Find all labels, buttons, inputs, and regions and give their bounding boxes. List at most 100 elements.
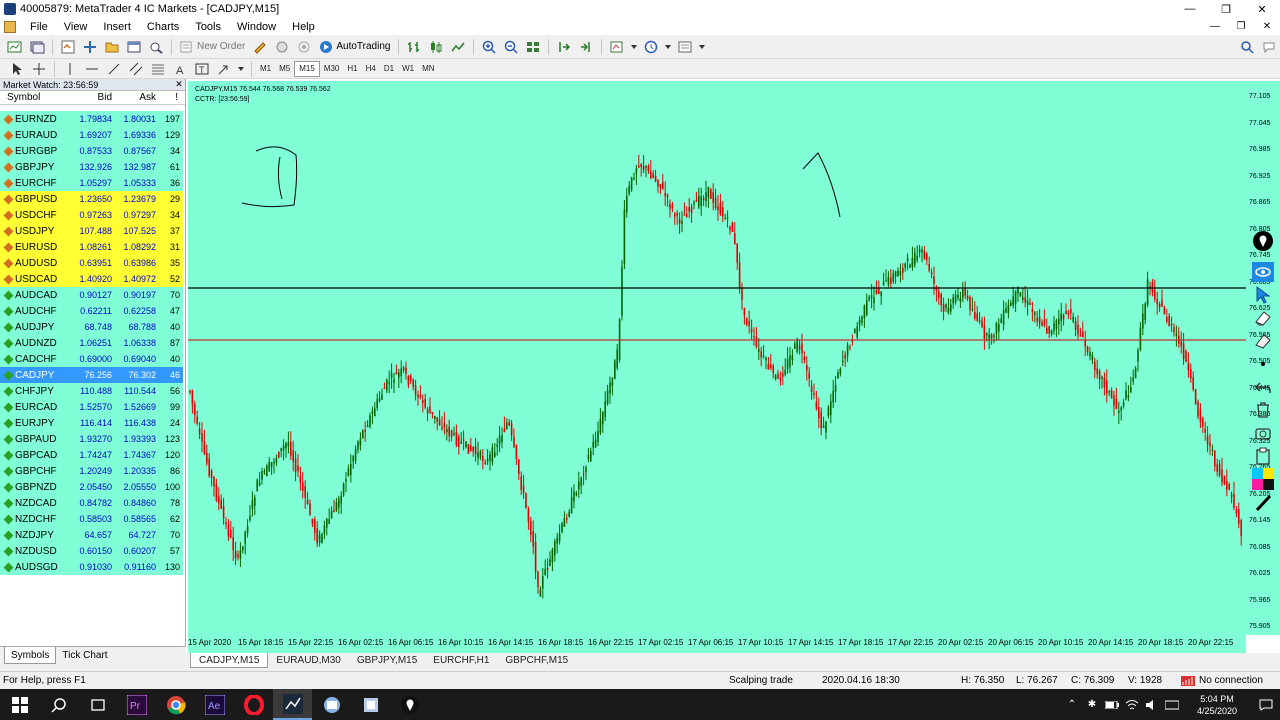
experts-icon[interactable] (272, 38, 292, 56)
taskbar-clock[interactable]: 5:04 PM 4/25/2020 (1182, 693, 1252, 717)
time-axis[interactable]: 15 Apr 2020 15 Apr 18:15 15 Apr 22:15 16 Ap… (188, 635, 1246, 653)
symbol-row-euraud[interactable]: EURAUD 1.69207 1.69336 129 (0, 127, 183, 143)
symbol-row-nzdchf[interactable]: NZDCHF 0.58503 0.58565 62 (0, 511, 183, 527)
strategy-tester-icon[interactable] (146, 38, 166, 56)
symbol-row-eurcad[interactable]: EURCAD 1.52570 1.52669 99 (0, 399, 183, 415)
notifications-icon[interactable] (1252, 689, 1280, 720)
timeframe-d1[interactable]: D1 (380, 61, 398, 77)
chart-shift-icon[interactable] (576, 38, 596, 56)
autoscroll-icon[interactable] (554, 38, 574, 56)
symbol-row-gbpcad[interactable]: GBPCAD 1.74247 1.74367 120 (0, 447, 183, 463)
metatrader-taskbar-icon[interactable] (273, 689, 312, 720)
symbol-row-audsgd[interactable]: AUDSGD 0.91030 0.91160 130 (0, 559, 183, 575)
text-label-icon[interactable]: T (192, 60, 212, 78)
chart-tab-cadjpy[interactable]: CADJPY,M15 (190, 653, 269, 668)
chart-tab-gbpjpy[interactable]: GBPJPY,M15 (349, 653, 425, 668)
minimize-icon[interactable]: — (1172, 0, 1208, 18)
symbol-row-eurchf[interactable]: EURCHF 1.05297 1.05333 36 (0, 175, 183, 191)
after-effects-icon[interactable]: Ae (195, 689, 234, 720)
column-spread[interactable]: ! (158, 92, 182, 103)
signals-icon[interactable] (294, 38, 314, 56)
menu-view[interactable]: View (56, 21, 96, 33)
dot-icon[interactable] (1251, 352, 1275, 375)
timeframe-m1[interactable]: M1 (256, 61, 275, 77)
chart-tab-eurchf[interactable]: EURCHF,H1 (425, 653, 497, 668)
restore-icon[interactable]: ❐ (1208, 0, 1244, 18)
tile-windows-icon[interactable] (523, 38, 543, 56)
symbol-row-audcad[interactable]: AUDCAD 0.90127 0.90197 70 (0, 287, 183, 303)
menu-charts[interactable]: Charts (139, 21, 187, 33)
timeframe-m15[interactable]: M15 (294, 60, 320, 77)
symbol-row-gbpusd[interactable]: GBPUSD 1.23650 1.23679 29 (0, 191, 183, 207)
chat-icon[interactable] (1259, 38, 1279, 56)
chrome-icon[interactable] (156, 689, 195, 720)
timeframe-h4[interactable]: H4 (362, 61, 380, 77)
bluetooth-icon[interactable]: ✱ (1082, 689, 1102, 720)
premiere-pro-icon[interactable]: Pr (117, 689, 156, 720)
equidistant-channel-icon[interactable] (126, 60, 146, 78)
battery-icon[interactable] (1102, 689, 1122, 720)
horizontal-line-icon[interactable] (82, 60, 102, 78)
trash-icon[interactable] (1251, 398, 1275, 421)
symbol-row-eurusd[interactable]: EURUSD 1.08261 1.08292 31 (0, 239, 183, 255)
symbol-row-gbpchf[interactable]: GBPCHF 1.20249 1.20335 86 (0, 463, 183, 479)
chart-tab-euraud[interactable]: EURAUD,M30 (268, 653, 348, 668)
market-watch-close-icon[interactable]: ✕ (173, 79, 185, 90)
location-pin-icon[interactable] (1251, 229, 1275, 252)
symbol-row-eurgbp[interactable]: EURGBP 0.87533 0.87567 34 (0, 143, 183, 159)
file-app-icon[interactable] (351, 689, 390, 720)
symbol-row-gbpaud[interactable]: GBPAUD 1.93270 1.93393 123 (0, 431, 183, 447)
column-symbol[interactable]: Symbol (0, 92, 78, 103)
pointer-icon[interactable] (1251, 283, 1275, 306)
symbol-row-usdchf[interactable]: USDCHF 0.97263 0.97297 34 (0, 207, 183, 223)
navigator-icon[interactable] (102, 38, 122, 56)
column-ask[interactable]: Ask (114, 92, 158, 103)
symbol-row-nzdusd[interactable]: NZDUSD 0.60150 0.60207 57 (0, 543, 183, 559)
symbol-row-audnzd[interactable]: AUDNZD 1.06251 1.06338 87 (0, 335, 183, 351)
menu-file[interactable]: File (22, 21, 56, 33)
keyboard-icon[interactable] (1162, 689, 1182, 720)
periods-dropdown-icon[interactable] (663, 38, 673, 56)
menu-window[interactable]: Window (229, 21, 284, 33)
eye-icon[interactable] (1251, 260, 1275, 283)
fibonacci-icon[interactable] (148, 60, 168, 78)
cursor-icon[interactable] (7, 60, 27, 78)
symbol-row-eurnzd[interactable]: EURNZD 1.79834 1.80031 197 (0, 111, 183, 127)
templates-dropdown-icon[interactable] (697, 38, 707, 56)
trendline-icon[interactable] (104, 60, 124, 78)
connection-status[interactable]: No connection (1181, 675, 1263, 686)
clipboard-icon[interactable] (1251, 444, 1275, 467)
task-view-icon[interactable] (78, 689, 117, 720)
symbol-row-gbpjpy[interactable]: GBPJPY 132.926 132.987 61 (0, 159, 183, 175)
new-chart-icon[interactable] (5, 38, 25, 56)
wifi-icon[interactable] (1122, 689, 1142, 720)
highlighter-icon[interactable] (1251, 329, 1275, 352)
market-watch-icon[interactable] (58, 38, 78, 56)
arrows-dropdown-icon[interactable] (236, 60, 246, 78)
metaeditor-icon[interactable] (250, 38, 270, 56)
arrows-icon[interactable] (214, 60, 234, 78)
menu-tools[interactable]: Tools (187, 21, 229, 33)
candlestick-icon[interactable] (426, 38, 446, 56)
symbol-row-audjpy[interactable]: AUDJPY 68.748 68.788 40 (0, 319, 183, 335)
symbol-row-cadchf[interactable]: CADCHF 0.69000 0.69040 40 (0, 351, 183, 367)
pin-app-icon[interactable] (390, 689, 429, 720)
network-app-icon[interactable] (312, 689, 351, 720)
text-tool-icon[interactable]: A (170, 60, 190, 78)
chart-minimize-icon[interactable]: — (1202, 18, 1228, 35)
zoom-out-icon[interactable] (501, 38, 521, 56)
bar-chart-icon[interactable] (404, 38, 424, 56)
chart-restore-icon[interactable]: ❐ (1228, 18, 1254, 35)
eraser-icon[interactable] (1251, 306, 1275, 329)
chart-close-icon[interactable]: ✕ (1254, 18, 1280, 35)
pen-width-icon[interactable] (1251, 490, 1275, 513)
menu-help[interactable]: Help (284, 21, 323, 33)
volume-icon[interactable] (1142, 689, 1162, 720)
vertical-line-icon[interactable] (60, 60, 80, 78)
line-chart-icon[interactable] (448, 38, 468, 56)
tab-symbols[interactable]: Symbols (4, 647, 57, 664)
chart-window-icon[interactable] (4, 20, 16, 33)
indicators-dropdown-icon[interactable] (629, 38, 639, 56)
color-palette-icon[interactable] (1251, 467, 1275, 490)
new-order-button[interactable]: New Order (176, 38, 249, 56)
